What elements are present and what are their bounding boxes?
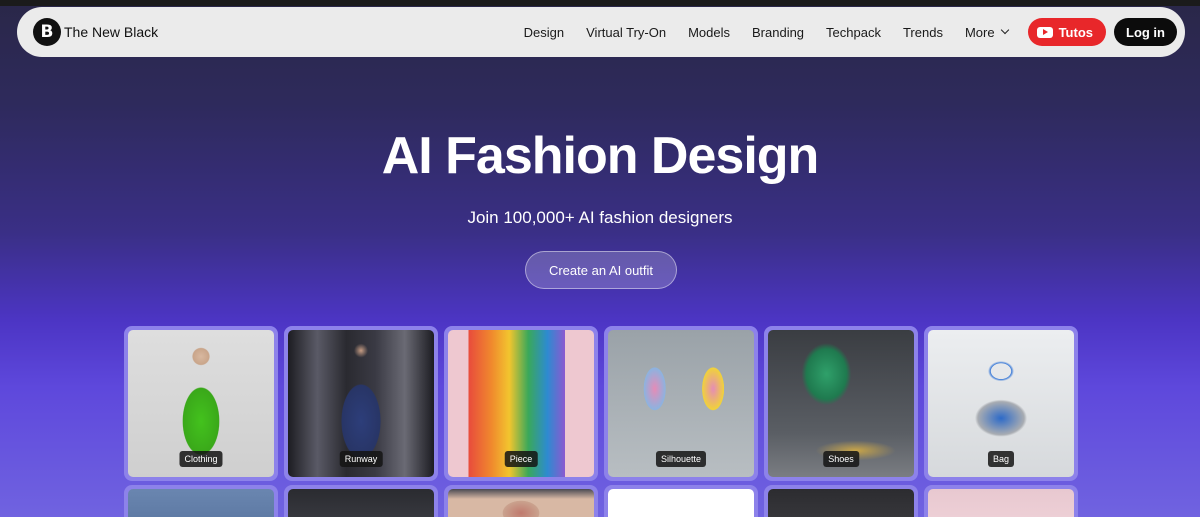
grid-card-row2[interactable] — [764, 485, 918, 517]
grid-card-row2[interactable] — [604, 485, 758, 517]
brand-name: The New Black — [64, 24, 159, 40]
create-outfit-button[interactable]: Create an AI outfit — [525, 251, 677, 289]
runway-image: Runway — [288, 330, 434, 477]
nav-more-dropdown[interactable]: More — [964, 24, 1009, 40]
chevron-down-icon — [1000, 25, 1009, 35]
browser-edge — [0, 0, 1200, 6]
nav-link-branding[interactable]: Branding — [752, 25, 804, 40]
card-image — [448, 489, 594, 517]
card-image — [128, 489, 274, 517]
nav-link-techpack[interactable]: Techpack — [826, 25, 881, 40]
category-label: Shoes — [823, 451, 859, 467]
grid-card-row2[interactable] — [124, 485, 278, 517]
category-label: Clothing — [179, 451, 223, 467]
card-image — [608, 489, 754, 517]
nav-link-virtual-try-on[interactable]: Virtual Try-On — [586, 25, 666, 40]
category-label: Runway — [339, 451, 383, 467]
tutos-button[interactable]: Tutos — [1027, 18, 1106, 46]
nav-link-models[interactable]: Models — [688, 25, 730, 40]
grid-card-row2[interactable] — [444, 485, 598, 517]
category-card-shoes[interactable]: Shoes — [764, 326, 918, 481]
category-card-runway[interactable]: Runway — [284, 326, 438, 481]
nav-links: Design Virtual Try-On Models Branding Te… — [524, 24, 1009, 40]
category-label: Silhouette — [655, 451, 707, 467]
card-image — [288, 489, 434, 517]
card-image — [928, 489, 1074, 517]
category-label: Piece — [504, 451, 538, 467]
hero-subtitle: Join 100,000+ AI fashion designers — [467, 208, 733, 227]
grid-card-row2[interactable] — [284, 485, 438, 517]
category-label: Bag — [987, 451, 1015, 467]
brand[interactable]: B The New Black — [33, 18, 158, 46]
category-card-clothing[interactable]: Clothing — [124, 326, 278, 481]
bag-image: Bag — [928, 330, 1074, 477]
tutos-label: Tutos — [1058, 24, 1093, 40]
nav-more-label: More — [964, 24, 995, 40]
brand-logo-icon: B — [33, 18, 61, 46]
hero-title: AI Fashion Design — [381, 127, 820, 185]
piece-image: Piece — [448, 330, 594, 477]
category-card-bag[interactable]: Bag — [924, 326, 1078, 481]
grid-card-row2[interactable] — [924, 485, 1078, 517]
top-navbar: B The New Black Design Virtual Try-On Mo… — [17, 7, 1185, 57]
login-button[interactable]: Log in — [1114, 18, 1177, 46]
nav-link-trends[interactable]: Trends — [903, 25, 943, 40]
clothing-image: Clothing — [128, 330, 274, 477]
category-card-piece[interactable]: Piece — [444, 326, 598, 481]
silhouette-image: Silhouette — [608, 330, 754, 477]
shoes-image: Shoes — [768, 330, 914, 477]
nav-link-design[interactable]: Design — [524, 25, 564, 40]
category-card-silhouette[interactable]: Silhouette — [604, 326, 758, 481]
card-image — [768, 489, 914, 517]
youtube-icon — [1036, 26, 1053, 38]
